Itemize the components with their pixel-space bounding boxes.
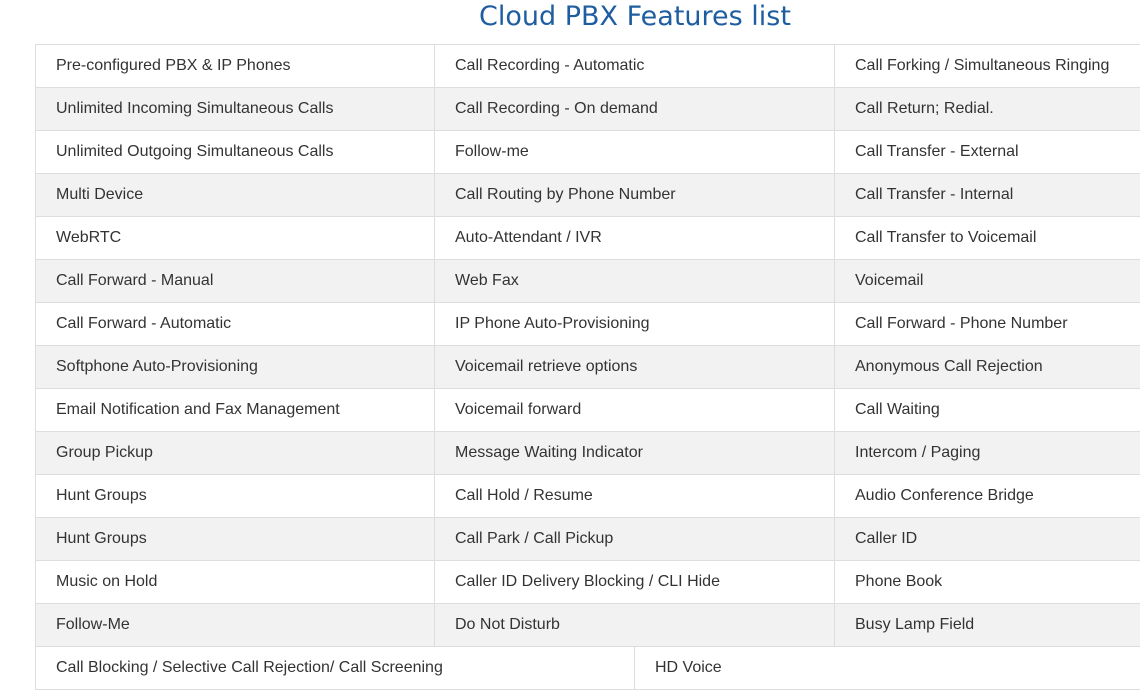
feature-cell: Auto-Attendant / IVR bbox=[435, 217, 835, 259]
feature-cell: Intercom / Paging bbox=[855, 444, 981, 461]
feature-cell: Call Hold / Resume bbox=[435, 475, 835, 517]
feature-cell: Voicemail forward bbox=[435, 389, 835, 431]
table-row: Multi Device Call Routing by Phone Number… bbox=[36, 174, 1140, 217]
table-row: Call Forward - Manual Web Fax Voicemail bbox=[36, 260, 1140, 303]
feature-cell: Audio Conference Bridge bbox=[855, 487, 1034, 504]
feature-cell: Voicemail retrieve options bbox=[435, 346, 835, 388]
feature-cell: Call Return; Redial. bbox=[855, 100, 994, 117]
table-row: Pre-configured PBX & IP Phones Call Recor… bbox=[36, 45, 1140, 88]
feature-cell: Call Routing by Phone Number bbox=[435, 174, 835, 216]
feature-cell: Follow-Me bbox=[36, 604, 435, 646]
feature-cell: Call Transfer to Voicemail bbox=[855, 229, 1037, 246]
table-row: Email Notification and Fax Management Voi… bbox=[36, 389, 1140, 432]
feature-cell: Pre-configured PBX & IP Phones bbox=[36, 45, 435, 87]
feature-cell: Unlimited Outgoing Simultaneous Calls bbox=[36, 131, 435, 173]
table-row: WebRTC Auto-Attendant / IVR Call Transfer … bbox=[36, 217, 1140, 260]
feature-cell: Caller ID Delivery Blocking / CLI Hide bbox=[435, 561, 835, 603]
feature-cell: Message Waiting Indicator bbox=[435, 432, 835, 474]
table-row: Unlimited Incoming Simultaneous Calls Cal… bbox=[36, 88, 1140, 131]
feature-cell: Hunt Groups bbox=[36, 475, 435, 517]
feature-cell: WebRTC bbox=[36, 217, 435, 259]
feature-cell: Call Recording - On demand bbox=[435, 88, 835, 130]
table-row-last: Call Blocking / Selective Call Rejection… bbox=[36, 647, 1140, 690]
feature-cell: Follow-me bbox=[435, 131, 835, 173]
feature-cell: Call Forward - Phone Number bbox=[855, 315, 1068, 332]
feature-cell: Web Fax bbox=[435, 260, 835, 302]
feature-cell: Hunt Groups bbox=[36, 518, 435, 560]
feature-cell: Call Forking / Simultaneous Ringing bbox=[855, 57, 1110, 74]
features-table: Pre-configured PBX & IP Phones Call Recor… bbox=[35, 44, 1140, 690]
feature-cell: Call Transfer - External bbox=[855, 143, 1019, 160]
page-title: Cloud PBX Features list bbox=[479, 1, 791, 32]
table-row: Unlimited Outgoing Simultaneous Calls Fol… bbox=[36, 131, 1140, 174]
table-row: Hunt Groups Call Park / Call Pickup Caller… bbox=[36, 518, 1140, 561]
feature-cell: Call Waiting bbox=[855, 401, 940, 418]
feature-cell: Unlimited Incoming Simultaneous Calls bbox=[36, 88, 435, 130]
feature-cell: Busy Lamp Field bbox=[855, 616, 975, 633]
table-row: Softphone Auto-Provisioning Voicemail ret… bbox=[36, 346, 1140, 389]
table-row: Call Forward - Automatic IP Phone Auto-Pr… bbox=[36, 303, 1140, 346]
feature-cell: Music on Hold bbox=[36, 561, 435, 603]
feature-cell: Multi Device bbox=[36, 174, 435, 216]
feature-cell: Do Not Disturb bbox=[435, 604, 835, 646]
feature-cell: Voicemail bbox=[855, 272, 924, 289]
feature-cell: IP Phone Auto-Provisioning bbox=[435, 303, 835, 345]
feature-cell: Call Recording - Automatic bbox=[435, 45, 835, 87]
feature-cell: Phone Book bbox=[855, 573, 943, 590]
feature-cell: Anonymous Call Rejection bbox=[855, 358, 1043, 375]
feature-cell: Softphone Auto-Provisioning bbox=[36, 346, 435, 388]
table-row: Hunt Groups Call Hold / Resume Audio Confe… bbox=[36, 475, 1140, 518]
table-row: Follow-Me Do Not Disturb Busy Lamp Field bbox=[36, 604, 1140, 647]
feature-cell: Call Forward - Manual bbox=[36, 260, 435, 302]
feature-cell: Call Blocking / Selective Call Rejection… bbox=[36, 647, 635, 689]
feature-cell: Call Transfer - Internal bbox=[855, 186, 1014, 203]
feature-cell: Group Pickup bbox=[36, 432, 435, 474]
feature-cell: Email Notification and Fax Management bbox=[36, 389, 435, 431]
feature-cell: Call Forward - Automatic bbox=[36, 303, 435, 345]
feature-cell: Call Park / Call Pickup bbox=[435, 518, 835, 560]
feature-cell: HD Voice bbox=[655, 659, 722, 676]
feature-cell: Caller ID bbox=[855, 530, 918, 547]
table-row: Music on Hold Caller ID Delivery Blocking… bbox=[36, 561, 1140, 604]
table-row: Group Pickup Message Waiting Indicator Int… bbox=[36, 432, 1140, 475]
